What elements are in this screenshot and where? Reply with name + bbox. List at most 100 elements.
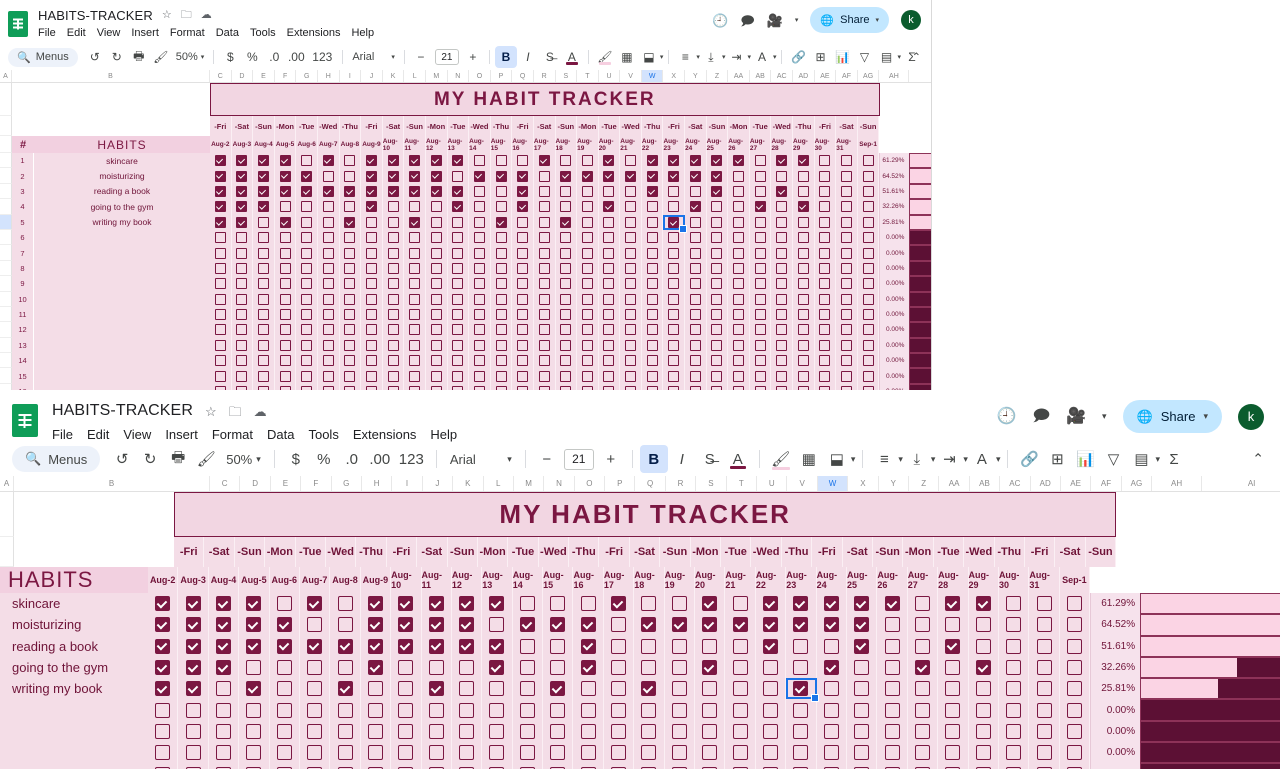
increase-font-size-button[interactable]: +: [462, 46, 484, 68]
checkbox-checked-icon[interactable]: [155, 596, 171, 612]
checkbox-unchecked-icon[interactable]: [625, 293, 637, 305]
checkbox-cell[interactable]: [728, 291, 750, 307]
checkbox-cell[interactable]: [706, 337, 729, 354]
checkbox-cell[interactable]: [577, 368, 599, 384]
checkbox-unchecked-icon[interactable]: [236, 324, 248, 336]
checkbox-unchecked-icon[interactable]: [214, 293, 226, 305]
checkbox-cell[interactable]: [253, 291, 275, 307]
checkbox-cell[interactable]: [512, 678, 544, 700]
checkbox-cell[interactable]: [663, 199, 686, 215]
checkbox-checked-icon[interactable]: [344, 216, 356, 228]
checkbox-cell[interactable]: [663, 337, 686, 354]
checkbox-cell[interactable]: [253, 368, 275, 384]
column-header-w[interactable]: W: [641, 70, 664, 82]
checkbox-unchecked-icon[interactable]: [581, 216, 593, 228]
create-filter-icon[interactable]: ▽: [853, 46, 875, 68]
checkbox-checked-icon[interactable]: [367, 638, 383, 654]
checkbox-unchecked-icon[interactable]: [862, 155, 874, 167]
date-header-cell[interactable]: Aug-6: [296, 136, 318, 153]
checkbox-cell[interactable]: [634, 678, 665, 700]
checkbox-cell[interactable]: [490, 260, 513, 277]
checkbox-unchecked-icon[interactable]: [611, 681, 627, 697]
column-header-b[interactable]: B: [14, 476, 210, 491]
checkbox-checked-icon[interactable]: [945, 596, 961, 612]
checkbox-cell[interactable]: [210, 337, 232, 354]
checkbox-cell[interactable]: [749, 306, 772, 323]
checkbox-unchecked-icon[interactable]: [409, 201, 421, 213]
checkbox-checked-icon[interactable]: [884, 596, 900, 612]
date-header-cell[interactable]: Aug-20: [695, 567, 726, 593]
checkbox-cell[interactable]: [641, 260, 664, 277]
checkbox-unchecked-icon[interactable]: [538, 278, 550, 290]
checkbox-unchecked-icon[interactable]: [668, 339, 680, 351]
checkbox-checked-icon[interactable]: [409, 170, 421, 182]
checkbox-cell[interactable]: [857, 337, 880, 354]
checkbox-unchecked-icon[interactable]: [387, 232, 399, 244]
completion-percent-cell[interactable]: 0.00%: [879, 260, 910, 277]
star-icon[interactable]: ☆: [162, 9, 172, 21]
checkbox-cell[interactable]: [685, 276, 707, 292]
checkbox-unchecked-icon[interactable]: [538, 170, 550, 182]
checkbox-cell[interactable]: [296, 322, 318, 338]
checkbox-unchecked-icon[interactable]: [819, 155, 831, 167]
checkbox-cell[interactable]: [382, 337, 405, 354]
checkbox-unchecked-icon[interactable]: [671, 638, 687, 654]
column-header-x[interactable]: X: [663, 70, 686, 82]
checkbox-unchecked-icon[interactable]: [495, 370, 507, 382]
checkbox-unchecked-icon[interactable]: [489, 702, 505, 718]
checkbox-cell[interactable]: [425, 214, 448, 230]
checkbox-cell[interactable]: [603, 635, 635, 657]
checkbox-cell[interactable]: [998, 635, 1030, 657]
checkbox-cell[interactable]: [469, 291, 491, 307]
checkbox-unchecked-icon[interactable]: [945, 681, 961, 697]
vertical-align-icon[interactable]: ⤓: [903, 445, 931, 473]
checkbox-checked-icon[interactable]: [550, 617, 566, 633]
progress-bar-cell[interactable]: [909, 260, 931, 277]
checkbox-unchecked-icon[interactable]: [862, 262, 874, 274]
checkbox-cell[interactable]: [339, 276, 362, 292]
checkbox-cell[interactable]: [816, 763, 847, 769]
checkbox-cell[interactable]: [998, 593, 1030, 615]
checkbox-unchecked-icon[interactable]: [430, 370, 442, 382]
checkbox-unchecked-icon[interactable]: [733, 170, 745, 182]
checkbox-unchecked-icon[interactable]: [668, 324, 680, 336]
checkbox-unchecked-icon[interactable]: [301, 216, 313, 228]
checkbox-cell[interactable]: [755, 678, 787, 700]
checkbox-unchecked-icon[interactable]: [236, 278, 248, 290]
checkbox-unchecked-icon[interactable]: [246, 745, 262, 761]
checkbox-cell[interactable]: [793, 245, 815, 261]
checkbox-unchecked-icon[interactable]: [489, 681, 505, 697]
day-name-cell[interactable]: -Sat: [629, 537, 661, 567]
checkbox-unchecked-icon[interactable]: [646, 370, 658, 382]
checkbox-cell[interactable]: [814, 291, 837, 307]
checkbox-cell[interactable]: [938, 763, 969, 769]
sum-icon[interactable]: Σ: [1160, 445, 1188, 473]
checkbox-cell[interactable]: [253, 153, 275, 169]
checkbox-checked-icon[interactable]: [155, 638, 171, 654]
checkbox-cell[interactable]: [469, 276, 491, 292]
column-header-ad[interactable]: AD: [1031, 476, 1061, 491]
checkbox-cell[interactable]: [447, 322, 470, 338]
checkbox-cell[interactable]: [663, 368, 686, 384]
checkbox-cell[interactable]: [663, 276, 686, 292]
checkbox-cell[interactable]: [360, 763, 392, 769]
checkbox-unchecked-icon[interactable]: [538, 232, 550, 244]
checkbox-cell[interactable]: [543, 593, 574, 615]
checkbox-cell[interactable]: [786, 742, 817, 764]
checkbox-cell[interactable]: [814, 368, 837, 384]
checkbox-cell[interactable]: [231, 153, 254, 169]
row-header[interactable]: [0, 306, 12, 323]
checkbox-cell[interactable]: [543, 635, 574, 657]
checkbox-cell[interactable]: [620, 322, 642, 338]
checkbox-unchecked-icon[interactable]: [489, 745, 505, 761]
date-header-cell[interactable]: Aug-14: [469, 136, 491, 153]
checkbox-cell[interactable]: [274, 214, 297, 230]
checkbox-unchecked-icon[interactable]: [581, 293, 593, 305]
checkbox-checked-icon[interactable]: [155, 617, 171, 633]
checkbox-unchecked-icon[interactable]: [279, 293, 291, 305]
checkbox-cell[interactable]: [451, 635, 483, 657]
checkbox-checked-icon[interactable]: [398, 596, 414, 612]
checkbox-unchecked-icon[interactable]: [763, 660, 778, 676]
checkbox-cell[interactable]: [296, 353, 318, 369]
checkbox-checked-icon[interactable]: [365, 155, 377, 167]
